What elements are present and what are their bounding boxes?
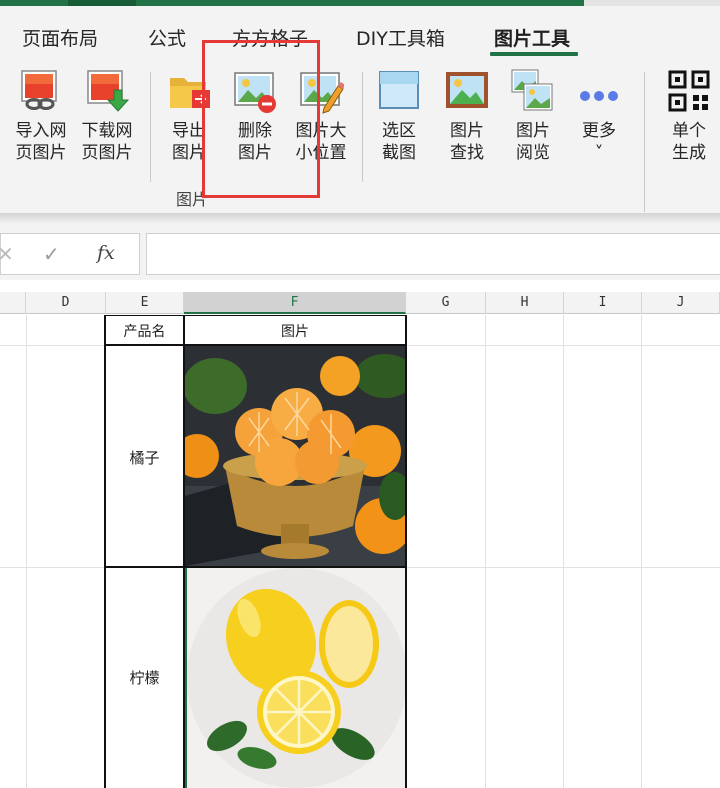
column-header-e[interactable]: E: [106, 292, 184, 314]
select-screenshot-button[interactable]: 选区 截图: [366, 68, 432, 164]
select-screenshot-label: 选区 截图: [382, 121, 416, 163]
annotation-highlight-box: [202, 40, 320, 198]
active-tab-indicator: [490, 52, 578, 56]
download-image-icon: [84, 68, 130, 114]
find-image-label: 图片 查找: [450, 121, 484, 163]
column-header-c[interactable]: [0, 292, 26, 314]
ribbon-panel: 导入网 页图片 下载网 页图片 导出 图片 删除 图片 图片大 小位置 选区 截…: [0, 58, 720, 216]
more-label: 更多 ˅: [582, 121, 616, 163]
cell-image-header[interactable]: 图片: [185, 321, 405, 341]
single-generate-button[interactable]: 单个 生成: [656, 68, 720, 164]
image-gallery-icon: [510, 68, 556, 114]
cell-product-lemon[interactable]: 柠檬: [106, 667, 183, 688]
grid-line: [641, 315, 642, 788]
single-generate-label: 单个 生成: [672, 121, 706, 163]
ribbon-separator: [644, 72, 645, 212]
column-header-row: D E F G H I J: [0, 292, 720, 314]
column-header-h[interactable]: H: [486, 292, 564, 314]
grid-line: [485, 315, 486, 788]
table-border: [405, 315, 407, 788]
column-header-d[interactable]: D: [26, 292, 106, 314]
tab-diy-toolbox[interactable]: DIY工具箱: [356, 24, 445, 51]
import-web-image-label: 导入网 页图片: [15, 121, 67, 163]
cell-product-header[interactable]: 产品名: [106, 321, 183, 341]
ribbon-separator: [362, 72, 363, 182]
qr-code-icon: [666, 68, 712, 114]
formula-buttons-area: ✕ ✓ fx: [0, 233, 140, 275]
function-icon[interactable]: fx: [97, 242, 115, 264]
column-header-g[interactable]: G: [406, 292, 486, 314]
browse-image-button[interactable]: 图片 阅览: [500, 68, 566, 164]
tab-page-layout[interactable]: 页面布局: [22, 24, 98, 51]
table-border: [104, 315, 407, 316]
formula-input[interactable]: [146, 233, 720, 275]
table-border: [104, 315, 106, 788]
worksheet-grid[interactable]: 产品名 图片 橘子 柠檬: [0, 315, 720, 788]
selection-screenshot-icon: [376, 68, 422, 114]
ribbon-tabs: 页面布局 公式 方方格子 DIY工具箱 图片工具: [0, 6, 720, 58]
orange-photo[interactable]: [185, 346, 405, 566]
image-find-icon: [444, 68, 490, 114]
formula-bar: ✕ ✓ fx: [0, 223, 720, 280]
ribbon-shadow: [0, 213, 720, 223]
more-dots-icon: [576, 68, 622, 114]
cell-product-orange[interactable]: 橘子: [106, 447, 183, 468]
download-web-image-label: 下载网 页图片: [81, 121, 133, 163]
web-image-link-icon: [18, 68, 64, 114]
import-web-image-button[interactable]: 导入网 页图片: [8, 68, 74, 164]
tab-image-tools[interactable]: 图片工具: [494, 24, 570, 51]
browse-image-label: 图片 阅览: [516, 121, 550, 163]
close-icon[interactable]: ✕: [0, 242, 14, 266]
download-web-image-button[interactable]: 下载网 页图片: [74, 68, 140, 164]
tab-formulas[interactable]: 公式: [148, 24, 186, 51]
column-header-i[interactable]: I: [564, 292, 642, 314]
grid-line: [26, 315, 27, 788]
column-header-j[interactable]: J: [642, 292, 720, 314]
ribbon-separator: [150, 72, 151, 182]
lemon-photo[interactable]: [185, 568, 405, 788]
column-header-f[interactable]: F: [184, 292, 406, 314]
find-image-button[interactable]: 图片 查找: [434, 68, 500, 164]
grid-line: [563, 315, 564, 788]
check-icon[interactable]: ✓: [43, 242, 60, 266]
more-button[interactable]: 更多 ˅: [566, 68, 632, 164]
